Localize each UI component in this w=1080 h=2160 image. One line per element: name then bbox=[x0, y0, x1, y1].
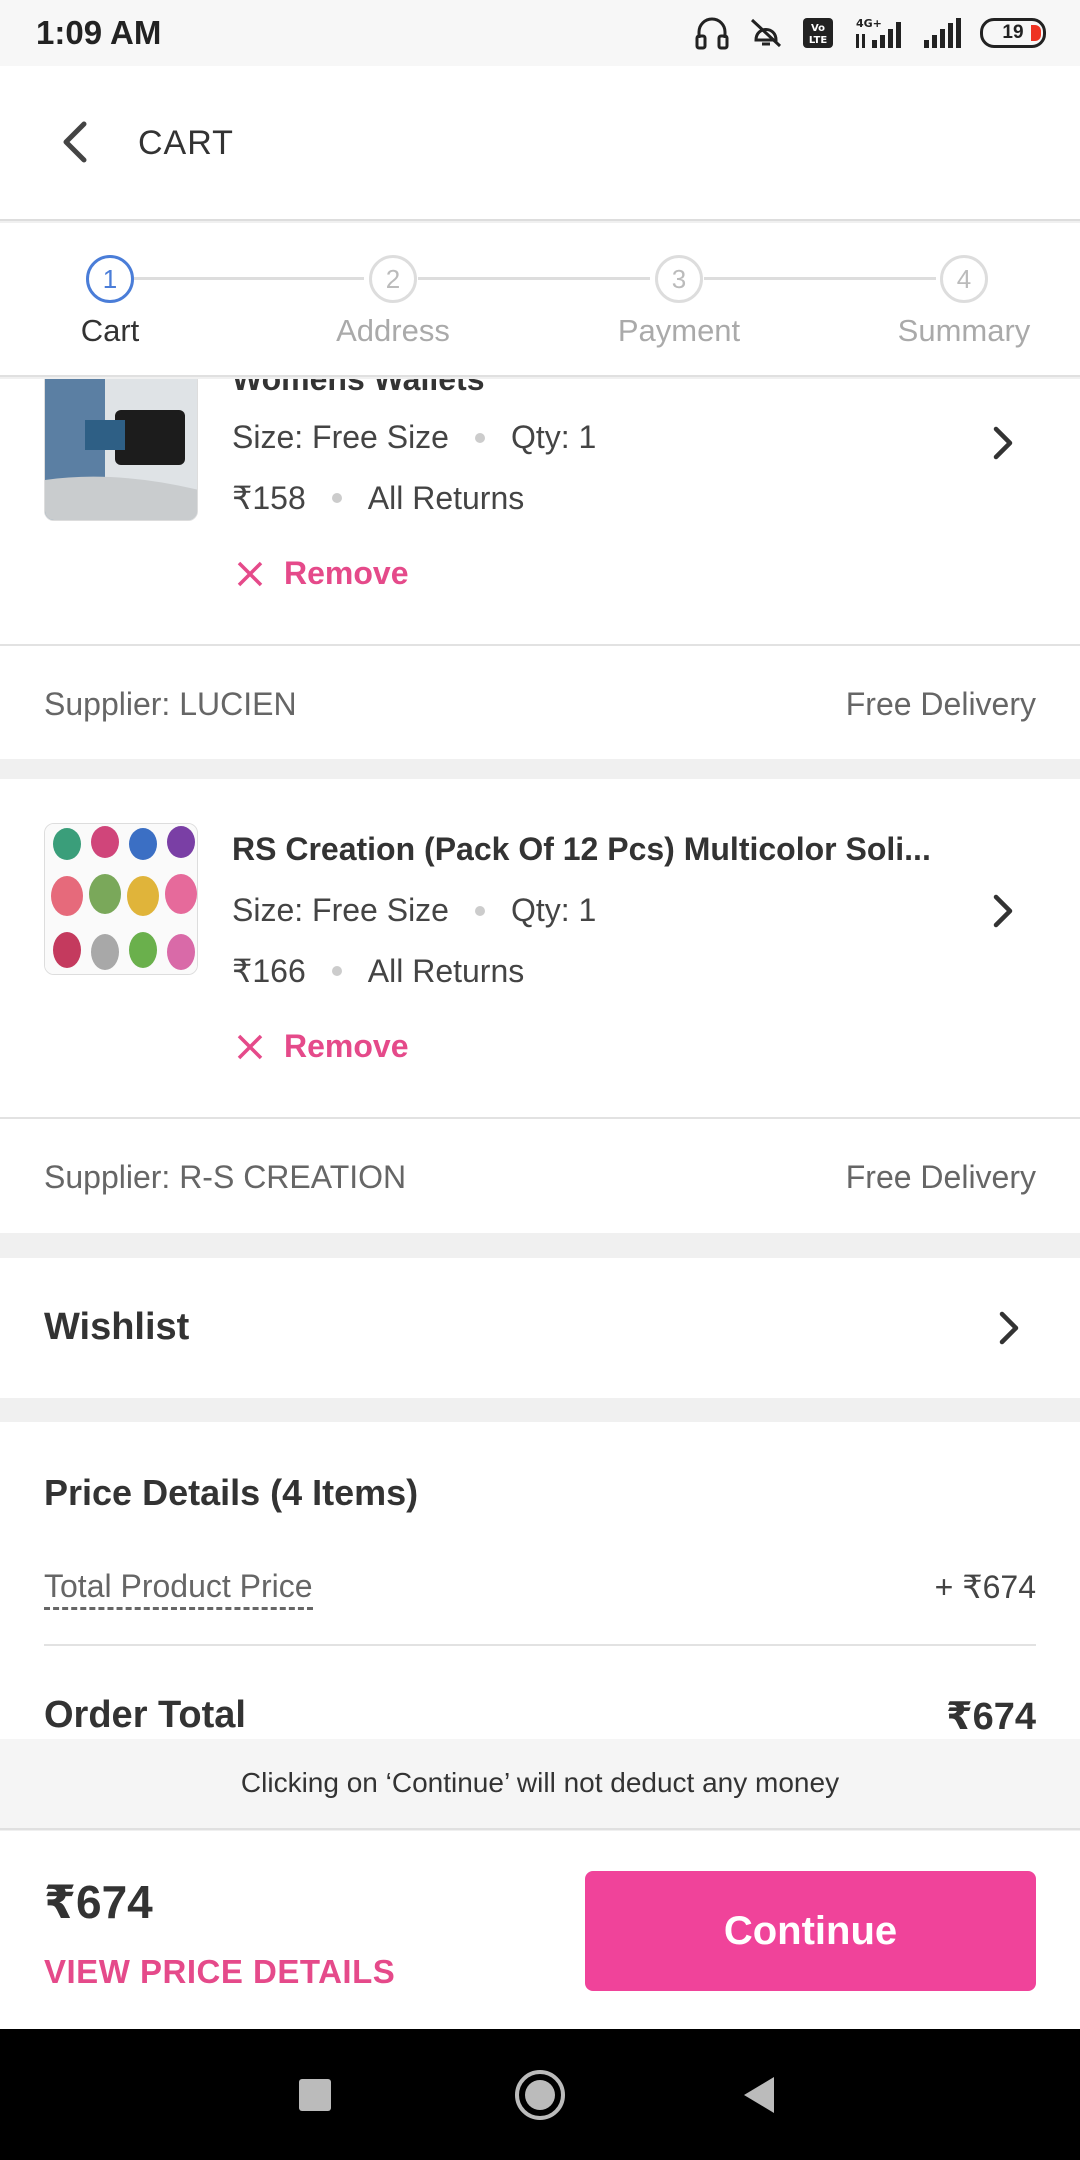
product-thumbnail[interactable] bbox=[44, 379, 198, 521]
product-price-returns: ₹166 All Returns bbox=[232, 952, 524, 990]
returns-text: All Returns bbox=[367, 479, 525, 516]
delivery-info: Free Delivery bbox=[845, 686, 1036, 722]
separator-dot bbox=[331, 493, 342, 503]
view-price-details-link[interactable]: VIEW PRICE DETAILS bbox=[44, 1953, 395, 1991]
item-detail-chevron[interactable] bbox=[988, 423, 1020, 463]
remove-label: Remove bbox=[284, 555, 409, 591]
mute-vibrate-icon bbox=[748, 16, 784, 50]
wishlist-row[interactable]: Wishlist bbox=[0, 1258, 1080, 1398]
step-payment: 3 Payment bbox=[579, 255, 779, 349]
close-icon bbox=[237, 561, 263, 586]
product-price-returns: ₹158 All Returns bbox=[232, 479, 524, 517]
product-title[interactable]: RS Creation (Pack Of 12 Pcs) Multicolor … bbox=[232, 831, 931, 868]
item-detail-chevron[interactable] bbox=[988, 891, 1020, 931]
price-text: ₹158 bbox=[232, 480, 306, 516]
signal-4g-icon: 4G+ bbox=[852, 16, 904, 50]
delivery-info: Free Delivery bbox=[845, 1159, 1036, 1195]
size-text: Size: Free Size bbox=[232, 419, 449, 455]
recents-square-icon bbox=[299, 2078, 331, 2111]
returns-text: All Returns bbox=[367, 952, 525, 989]
step-cart: 1 Cart bbox=[10, 255, 210, 349]
svg-text:Vo: Vo bbox=[811, 23, 825, 34]
network-label: 4G+ bbox=[856, 17, 882, 30]
home-circle-icon bbox=[515, 2069, 565, 2120]
volte-icon: Vo LTE bbox=[802, 17, 834, 49]
wishlist-chevron[interactable] bbox=[994, 1308, 1026, 1348]
supplier-row: Supplier: LUCIEN Free Delivery bbox=[0, 646, 1080, 759]
divider bbox=[44, 1644, 1036, 1646]
cart-scroll-area[interactable]: Womens Wallets Size: Free Size Qty: 1 ₹1… bbox=[0, 379, 1080, 1739]
total-product-price-value: + ₹674 bbox=[934, 1569, 1036, 1605]
step-number: 2 bbox=[369, 255, 417, 303]
wallet-image-icon bbox=[45, 379, 197, 520]
separator-dot bbox=[331, 966, 342, 976]
back-button[interactable] bbox=[50, 112, 110, 172]
price-details-title: Price Details (4 Items) bbox=[44, 1472, 419, 1513]
back-arrow-icon bbox=[63, 121, 87, 163]
qty-text: Qty: 1 bbox=[510, 892, 597, 928]
back-nav-button[interactable] bbox=[715, 2029, 805, 2160]
step-label: Summary bbox=[897, 313, 1031, 348]
qty-text: Qty: 1 bbox=[510, 419, 597, 455]
chevron-right-icon bbox=[993, 426, 1013, 460]
step-address: 2 Address bbox=[293, 255, 493, 349]
total-product-price-label[interactable]: Total Product Price bbox=[44, 1568, 313, 1610]
chevron-right-icon bbox=[993, 894, 1013, 928]
bottom-total-amount: ₹674 bbox=[44, 1876, 153, 1928]
remove-button[interactable]: Remove bbox=[236, 555, 409, 592]
cart-item[interactable]: RS Creation (Pack Of 12 Pcs) Multicolor … bbox=[0, 779, 1080, 1117]
status-time: 1:09 AM bbox=[36, 14, 162, 51]
product-size-qty: Size: Free Size Qty: 1 bbox=[232, 892, 596, 929]
back-triangle-icon bbox=[744, 2076, 774, 2113]
headset-icon bbox=[694, 16, 730, 50]
product-thumbnail[interactable] bbox=[44, 823, 198, 975]
scrunchie-image-icon bbox=[45, 824, 197, 974]
checkout-bottom-bar: ₹674 VIEW PRICE DETAILS Continue bbox=[0, 1831, 1080, 2029]
step-label: Cart bbox=[80, 313, 140, 348]
order-total-value: ₹674 bbox=[946, 1696, 1036, 1738]
remove-button[interactable]: Remove bbox=[236, 1028, 409, 1065]
step-number: 3 bbox=[655, 255, 703, 303]
separator-dot bbox=[474, 432, 485, 443]
remove-label: Remove bbox=[284, 1028, 409, 1064]
wishlist-label: Wishlist bbox=[44, 1306, 190, 1348]
cart-item[interactable]: Womens Wallets Size: Free Size Qty: 1 ₹1… bbox=[0, 379, 1080, 644]
signal-icon bbox=[922, 16, 962, 50]
system-nav-bar bbox=[0, 2029, 1080, 2160]
supplier-row: Supplier: R-S CREATION Free Delivery bbox=[0, 1119, 1080, 1233]
recents-button[interactable] bbox=[270, 2029, 360, 2160]
size-text: Size: Free Size bbox=[232, 892, 449, 928]
status-icons: Vo LTE 4G+ 19 bbox=[694, 14, 1046, 52]
battery-icon: 19 bbox=[980, 18, 1046, 48]
step-number: 1 bbox=[86, 255, 134, 303]
supplier-name: Supplier: LUCIEN bbox=[44, 686, 297, 722]
continue-info-strip: Clicking on ‘Continue’ will not deduct a… bbox=[0, 1739, 1080, 1830]
svg-text:LTE: LTE bbox=[809, 35, 828, 46]
app-bar: CART bbox=[0, 66, 1080, 221]
step-label: Address bbox=[336, 313, 450, 348]
status-bar: 1:09 AM Vo LTE 4G+ 19 bbox=[0, 0, 1080, 66]
chevron-right-icon bbox=[999, 1311, 1019, 1345]
step-label: Payment bbox=[617, 313, 741, 348]
checkout-stepper: 1 Cart 2 Address 3 Payment 4 Summary bbox=[0, 223, 1080, 377]
step-summary: 4 Summary bbox=[864, 255, 1064, 349]
close-icon bbox=[237, 1034, 263, 1059]
supplier-name: Supplier: R-S CREATION bbox=[44, 1159, 407, 1195]
home-button[interactable] bbox=[495, 2029, 585, 2160]
price-text: ₹166 bbox=[232, 953, 306, 989]
battery-level: 19 bbox=[1002, 22, 1024, 43]
page-title: CART bbox=[138, 124, 234, 162]
product-title[interactable]: Womens Wallets bbox=[232, 379, 485, 398]
step-number: 4 bbox=[940, 255, 988, 303]
product-size-qty: Size: Free Size Qty: 1 bbox=[232, 419, 596, 456]
order-total-label: Order Total bbox=[44, 1694, 246, 1736]
separator-dot bbox=[474, 905, 485, 916]
price-details-card: Price Details (4 Items) Total Product Pr… bbox=[0, 1422, 1080, 1739]
continue-button[interactable]: Continue bbox=[585, 1871, 1036, 1991]
